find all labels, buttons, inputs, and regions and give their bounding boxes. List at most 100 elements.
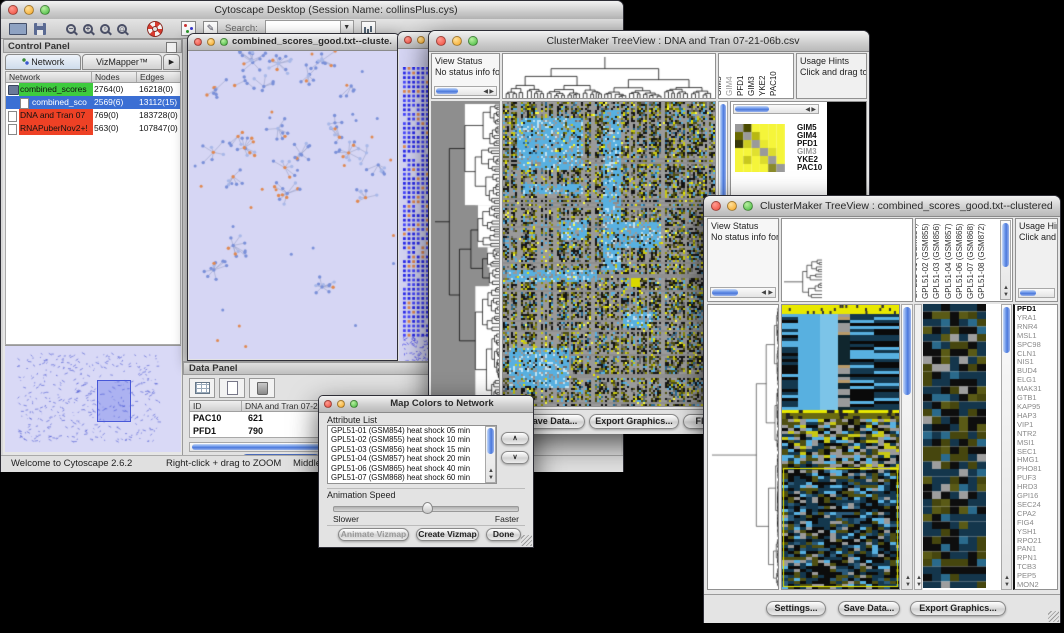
animate-vizmap-button[interactable]: Animate Vizmap bbox=[338, 528, 409, 541]
zoom-fit-icon[interactable]: ⌂ bbox=[117, 24, 127, 34]
network-tree-row[interactable]: RNAPuberNov2+!563(0)107847(0) bbox=[6, 122, 180, 135]
zoom-window-icon[interactable] bbox=[743, 201, 753, 211]
tv2-column-dendrogram-panel[interactable] bbox=[781, 218, 913, 302]
new-attribute-icon[interactable] bbox=[219, 378, 245, 398]
tv1-column-label[interactable]: PFD1 bbox=[736, 76, 746, 96]
tv1-global-heatmap-canvas[interactable] bbox=[503, 102, 715, 406]
treeview2-title-bar[interactable]: ClusterMaker TreeView : combined_scores_… bbox=[704, 196, 1060, 217]
network-tree-row[interactable]: combined_scores2764(0)16218(0) bbox=[6, 83, 180, 96]
tv1-status-hscrollbar[interactable]: ◀▶ bbox=[434, 86, 497, 96]
slider-thumb[interactable] bbox=[422, 502, 433, 514]
tv2-save-data-button[interactable]: Save Data... bbox=[838, 601, 900, 616]
col-header-network[interactable]: Network bbox=[6, 72, 92, 82]
zoom-window-icon[interactable] bbox=[220, 38, 228, 46]
tv2-export-graphics-button[interactable]: Export Graphics... bbox=[910, 601, 1006, 616]
zoom-in-icon[interactable]: + bbox=[83, 24, 93, 34]
tab-overflow-arrow[interactable]: ▶ bbox=[163, 54, 180, 70]
network-tree-row[interactable]: combined_sco2569(6)13112(15) bbox=[6, 96, 180, 109]
tv2-usage-hscrollbar[interactable] bbox=[1018, 288, 1055, 298]
tv1-gene-label[interactable]: PAC10 bbox=[797, 164, 827, 172]
tv2-zoom-heatmap-panel[interactable] bbox=[923, 304, 1001, 590]
tv2-column-label[interactable]: GPL51-08 (GSM872) bbox=[977, 223, 987, 299]
tv1-gene-dendrogram-canvas[interactable] bbox=[432, 102, 499, 406]
attribute-list-item[interactable]: GPL51-06 (GSM865) heat shock 40 min bbox=[328, 464, 488, 473]
tv2-column-label[interactable]: GPL51-01 (GSM854) bbox=[915, 223, 920, 299]
tv2-genelist-vscrollbar[interactable]: ▲▼ bbox=[1001, 304, 1012, 590]
tv1-column-label[interactable]: PAC10 bbox=[769, 71, 779, 96]
attribute-up-button[interactable]: ∧ bbox=[501, 432, 529, 445]
tv2-global-heatmap-canvas[interactable] bbox=[782, 305, 899, 589]
tv1-gene-dendrogram-panel[interactable] bbox=[431, 101, 500, 407]
tv1-zoom-hscrollbar[interactable]: ◀▶ bbox=[733, 104, 819, 114]
tv1-column-dendrogram-canvas[interactable] bbox=[503, 54, 715, 98]
minimize-icon[interactable] bbox=[337, 400, 345, 408]
network-tree-row[interactable]: DNA and Tran 07769(0)183728(0) bbox=[6, 109, 180, 122]
zoom-window-icon[interactable] bbox=[40, 5, 50, 15]
minimize-icon[interactable] bbox=[727, 201, 737, 211]
tv2-column-label[interactable]: GPL51-03 (GSM856) bbox=[932, 223, 942, 299]
tv2-column-label[interactable]: GPL51-04 (GSM857) bbox=[944, 223, 954, 299]
attribute-list-vscrollbar[interactable]: ▲▼ bbox=[485, 426, 496, 483]
network-view-title-bar[interactable]: combined_scores_good.txt--cluste... bbox=[188, 34, 400, 51]
col-header-nodes[interactable]: Nodes bbox=[92, 72, 137, 82]
attribute-table-icon[interactable] bbox=[189, 378, 215, 398]
tv2-column-label[interactable]: GPL51-02 (GSM855) bbox=[921, 223, 931, 299]
tv1-column-label[interactable]: YKE2 bbox=[758, 76, 768, 96]
animation-speed-slider[interactable] bbox=[333, 506, 519, 512]
tv1-export-graphics-button[interactable]: Export Graphics... bbox=[589, 414, 679, 429]
overview-viewport-rect[interactable] bbox=[97, 380, 131, 422]
close-icon[interactable] bbox=[194, 38, 202, 46]
network-overview-panel[interactable] bbox=[5, 345, 181, 452]
delete-attribute-icon[interactable] bbox=[249, 378, 275, 398]
minimize-icon[interactable] bbox=[452, 36, 462, 46]
data-col-id[interactable]: ID bbox=[190, 401, 242, 411]
network-overview-canvas[interactable] bbox=[5, 346, 181, 452]
save-icon[interactable] bbox=[34, 23, 46, 35]
tv2-gene-dendrogram-canvas[interactable] bbox=[708, 305, 778, 589]
tv1-column-dendrogram-panel[interactable] bbox=[502, 53, 716, 99]
zoom-window-icon[interactable] bbox=[468, 36, 478, 46]
minimize-icon[interactable] bbox=[24, 5, 34, 15]
tv2-global-heatmap-panel[interactable] bbox=[781, 304, 900, 590]
tv1-global-heatmap-panel[interactable] bbox=[502, 101, 716, 407]
tab-vizmapper[interactable]: VizMapper™ bbox=[82, 54, 162, 70]
tv1-column-label[interactable]: GIM5 bbox=[718, 76, 724, 96]
zoom-selected-icon[interactable]: ▫ bbox=[100, 24, 110, 34]
col-header-edges[interactable]: Edges bbox=[137, 72, 180, 82]
tv2-column-label[interactable]: GPL51-06 (GSM865) bbox=[955, 223, 965, 299]
resize-grip[interactable] bbox=[521, 535, 532, 546]
attribute-list-item[interactable]: GPL51-07 (GSM868) heat shock 60 min bbox=[328, 473, 488, 482]
network-view-canvas[interactable] bbox=[189, 51, 399, 359]
tv2-zoom-thin-scrollbar[interactable]: ▲▼ bbox=[914, 304, 922, 590]
close-icon[interactable] bbox=[8, 5, 18, 15]
tab-network[interactable]: Network bbox=[5, 54, 81, 70]
done-button[interactable]: Done bbox=[486, 528, 521, 541]
tv2-column-label[interactable]: GPL51-07 (GSM868) bbox=[966, 223, 976, 299]
zoom-window-icon[interactable] bbox=[350, 400, 358, 408]
tv1-column-label[interactable]: GIM4 bbox=[725, 76, 735, 96]
tv1-column-label[interactable]: GIM3 bbox=[747, 76, 757, 96]
tv2-gene-label[interactable]: MON2 bbox=[1015, 581, 1057, 590]
tv2-settings-button[interactable]: Settings... bbox=[766, 601, 826, 616]
create-vizmap-button[interactable]: Create Vizmap bbox=[416, 528, 479, 541]
dialog-title-bar[interactable]: Map Colors to Network bbox=[319, 396, 533, 413]
close-icon[interactable] bbox=[436, 36, 446, 46]
attribute-list-item[interactable]: GPL51-01 (GSM854) heat shock 05 min bbox=[328, 426, 488, 435]
treeview1-title-bar[interactable]: ClusterMaker TreeView : DNA and Tran 07-… bbox=[429, 31, 869, 52]
tv1-zoom-heatmap-canvas[interactable] bbox=[735, 124, 785, 172]
tv2-status-hscrollbar[interactable]: ◀▶ bbox=[710, 287, 776, 298]
minimize-icon[interactable] bbox=[417, 36, 425, 44]
attribute-list-item[interactable]: GPL51-03 (GSM856) heat shock 15 min bbox=[328, 445, 488, 454]
help-lifesaver-icon[interactable] bbox=[147, 21, 163, 37]
tv2-column-dendrogram-canvas[interactable] bbox=[782, 219, 912, 301]
tv2-heatmap-vscrollbar[interactable]: ▲▼ bbox=[901, 304, 913, 590]
close-icon[interactable] bbox=[324, 400, 332, 408]
resize-grip[interactable] bbox=[1048, 611, 1059, 622]
attribute-list-item[interactable]: GPL51-02 (GSM855) heat shock 10 min bbox=[328, 435, 488, 444]
tv2-gene-dendrogram-panel[interactable] bbox=[707, 304, 779, 590]
main-title-bar[interactable]: Cytoscape Desktop (Session Name: collins… bbox=[1, 1, 623, 20]
float-panel-icon[interactable] bbox=[166, 42, 177, 53]
open-file-icon[interactable] bbox=[9, 23, 27, 35]
attribute-list[interactable]: GPL51-01 (GSM854) heat shock 05 minGPL51… bbox=[327, 425, 497, 484]
tv2-labels-vscrollbar[interactable]: ▲▼ bbox=[1000, 220, 1011, 300]
